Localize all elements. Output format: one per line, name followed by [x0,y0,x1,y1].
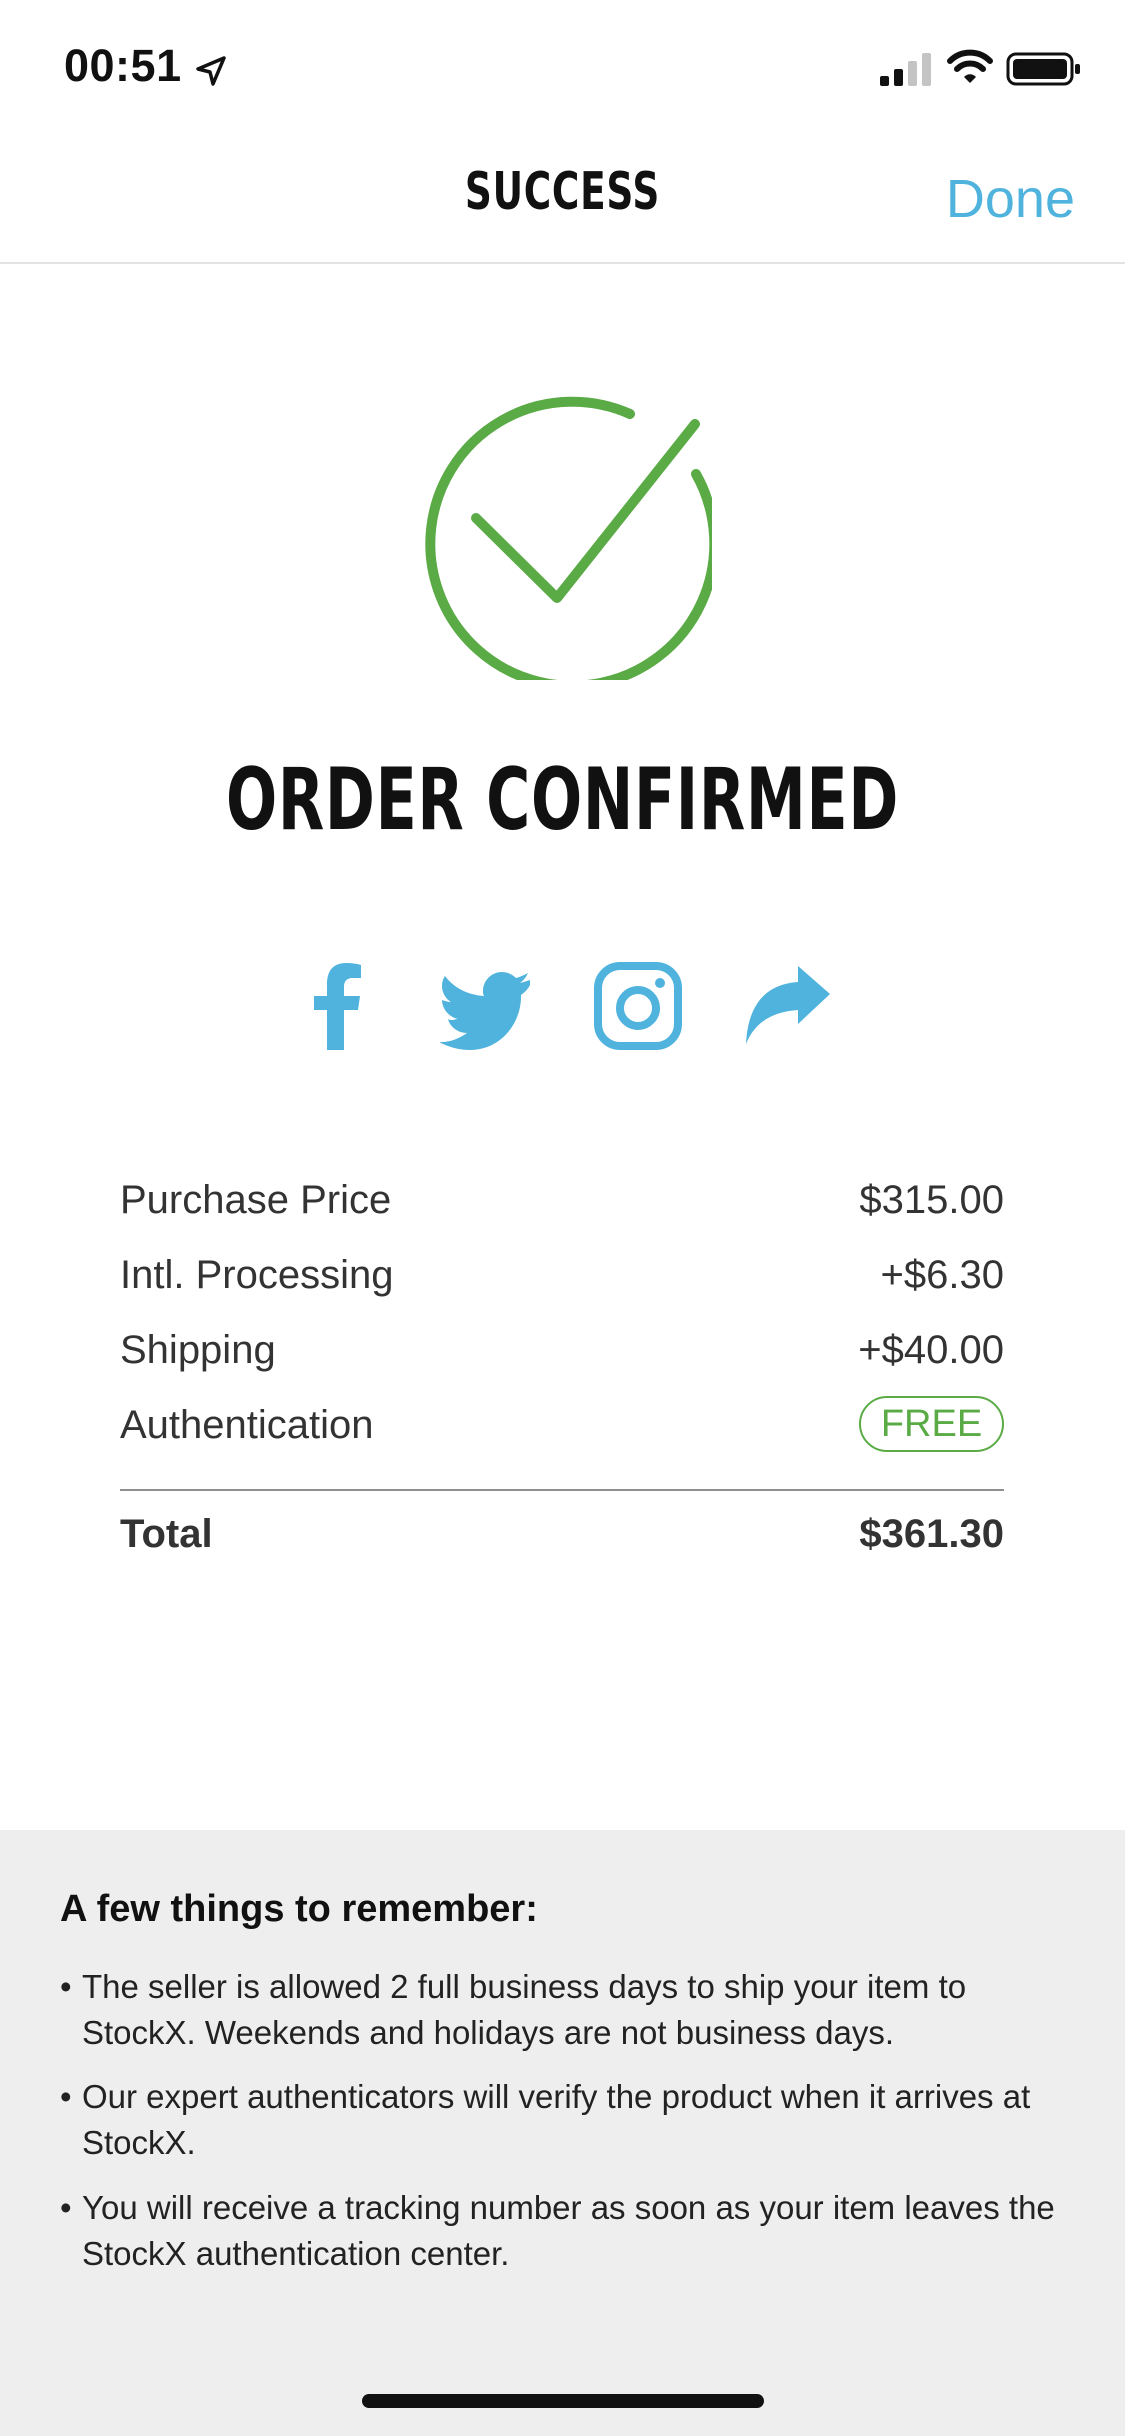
page-title: SUCCESS [464,162,661,222]
price-value: +$40.00 [858,1328,1004,1372]
info-text: You will receive a tracking number as so… [82,2189,1055,2272]
done-button[interactable]: Done [946,168,1075,230]
total-divider [120,1489,1004,1491]
battery-icon [1006,52,1080,86]
status-time: 00:51 [64,40,182,91]
processing-fee-row: Intl. Processing +$6.30 [120,1245,1004,1320]
home-indicator[interactable] [362,2394,764,2408]
price-label: Purchase Price [120,1178,392,1222]
info-text: Our expert authenticators will verify th… [82,2078,1031,2161]
shipping-row: Shipping +$40.00 [120,1320,1004,1395]
share-icon[interactable] [740,958,836,1054]
info-panel: A few things to remember: • The seller i… [0,1830,1125,2436]
total-label: Total [120,1512,213,1556]
price-label: Shipping [120,1328,276,1372]
bullet: • [60,1968,72,2005]
price-breakdown: Purchase Price $315.00 Intl. Processing … [120,1170,1004,1470]
instagram-icon[interactable] [590,958,686,1054]
info-text: The seller is allowed 2 full business da… [82,1968,967,2051]
price-label: Intl. Processing [120,1253,394,1297]
authentication-row: Authentication FREE [120,1395,1004,1470]
info-list-item: • The seller is allowed 2 full business … [60,1964,1070,2056]
bullet: • [60,2189,72,2226]
price-label: Authentication [120,1403,374,1447]
bullet: • [60,2078,72,2115]
price-value: +$6.30 [880,1253,1004,1297]
twitter-icon[interactable] [440,958,536,1054]
success-check-icon [425,396,712,680]
location-arrow-icon [196,56,226,86]
purchase-price-row: Purchase Price $315.00 [120,1170,1004,1245]
total-value: $361.30 [859,1512,1004,1556]
status-bar: 00:51 [0,0,1125,132]
info-list-item: • You will receive a tracking number as … [60,2185,1070,2277]
info-list-item: • Our expert authenticators will verify … [60,2074,1070,2166]
signal-icon [880,53,931,86]
facebook-icon[interactable] [290,958,386,1054]
info-heading: A few things to remember: [60,1888,538,1930]
wifi-icon [947,49,993,83]
total-row: Total $361.30 [120,1508,1004,1568]
nav-bar: SUCCESS Done [0,132,1125,264]
price-value: $315.00 [859,1178,1004,1222]
order-confirmed-title: ORDER CONFIRMED [225,750,900,850]
free-badge: FREE [859,1396,1004,1452]
